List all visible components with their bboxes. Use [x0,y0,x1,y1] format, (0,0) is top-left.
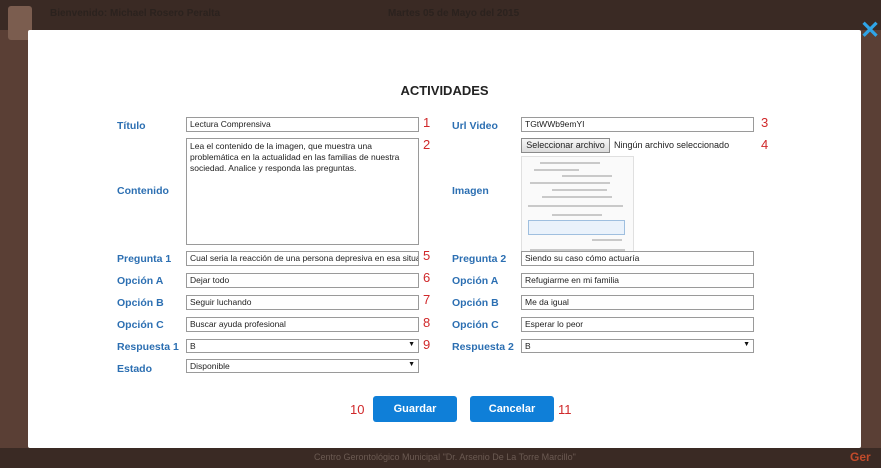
estado-value: Disponible [190,361,230,371]
url-video-input[interactable]: TGtWWb9emYI [521,117,754,132]
respuesta2-value: B [525,341,531,351]
modal-title: ACTIVIDADES [400,83,489,98]
opcion-a-right-input[interactable]: Refugiarme en mi familia [521,273,754,288]
opcion-c-right-label: Opción C [452,319,499,331]
pregunta1-input[interactable]: Cual seria la reacción de una persona de… [186,251,419,266]
contenido-textarea[interactable]: Lea el contenido de la imagen, que muest… [186,138,419,245]
opcion-c-label: Opción C [117,319,164,331]
marker-5: 5 [423,248,431,263]
close-icon[interactable]: ✕ [859,19,881,43]
opcion-b-input[interactable]: Seguir luchando [186,295,419,310]
guardar-button[interactable]: Guardar [373,396,457,422]
dropdown-arrow-icon: ▼ [408,341,415,348]
respuesta2-select[interactable]: B ▼ [521,339,754,353]
dropdown-arrow-icon: ▼ [408,361,415,368]
marker-1: 1 [423,115,431,130]
respuesta1-label: Respuesta 1 [117,341,179,353]
footer-brand: Ger [850,450,871,464]
marker-4: 4 [761,137,769,152]
cancelar-button[interactable]: Cancelar [470,396,554,422]
opcion-b-right-input[interactable]: Me da igual [521,295,754,310]
imagen-label: Imagen [452,185,489,197]
estado-select[interactable]: Disponible ▼ [186,359,419,373]
url-video-label: Url Video [452,120,498,132]
file-status-text: Ningún archivo seleccionado [614,140,730,150]
opcion-c-right-input[interactable]: Esperar lo peor [521,317,754,332]
opcion-a-right-label: Opción A [452,275,499,287]
marker-7: 7 [423,292,431,307]
marker-2: 2 [423,137,431,152]
opcion-b-label: Opción B [117,297,164,309]
marker-3: 3 [761,115,769,130]
opcion-c-input[interactable]: Buscar ayuda profesional [186,317,419,332]
footer-bar: Centro Gerontológico Municipal "Dr. Arse… [0,448,881,468]
marker-9: 9 [423,337,431,352]
pregunta2-label: Pregunta 2 [452,253,507,265]
opcion-b-right-label: Opción B [452,297,499,309]
respuesta2-label: Respuesta 2 [452,341,514,353]
respuesta1-select[interactable]: B ▼ [186,339,419,353]
marker-8: 8 [423,315,431,330]
opcion-a-input[interactable]: Dejar todo [186,273,419,288]
pregunta1-label: Pregunta 1 [117,253,172,265]
respuesta1-value: B [190,341,196,351]
dropdown-arrow-icon: ▼ [743,341,750,348]
marker-10: 10 [350,402,365,417]
marker-11: 11 [558,402,572,417]
welcome-text: Bienvenido: Michael Rosero Peralta [50,8,221,19]
pregunta2-input[interactable]: Siendo su caso cómo actuaría [521,251,754,266]
select-file-button[interactable]: Seleccionar archivo [521,138,610,153]
contenido-label: Contenido [117,185,169,197]
titulo-input[interactable]: Lectura Comprensiva [186,117,419,132]
actividades-modal: ACTIVIDADES Título Lectura Comprensiva 1… [28,30,861,448]
opcion-a-label: Opción A [117,275,164,287]
marker-6: 6 [423,270,431,285]
footer-text: Centro Gerontológico Municipal "Dr. Arse… [314,452,576,462]
image-preview [521,156,634,257]
estado-label: Estado [117,363,153,375]
titulo-label: Título [117,120,146,132]
top-bar: Bienvenido: Michael Rosero Peralta Marte… [0,0,881,40]
date-text: Martes 05 de Mayo del 2015 [388,8,520,19]
